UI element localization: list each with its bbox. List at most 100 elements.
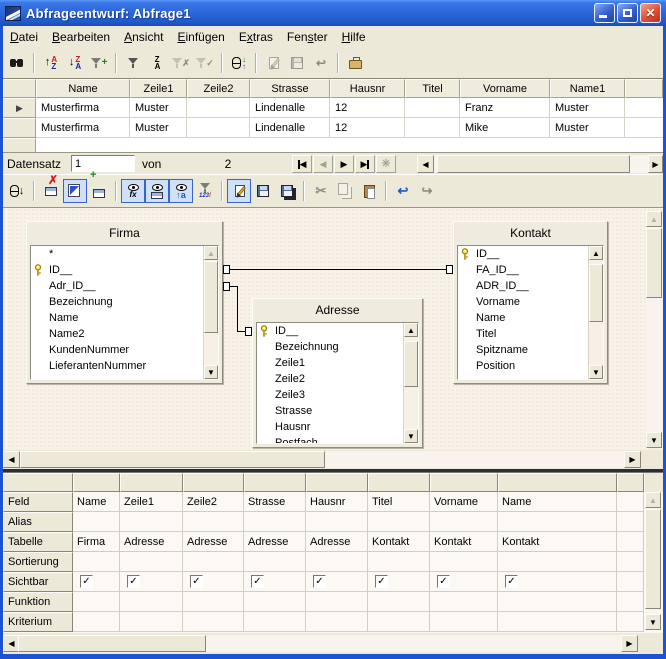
visible-checkbox[interactable]: ✓ (127, 575, 140, 588)
field-hausnr[interactable]: Hausnr (257, 419, 418, 435)
field-adr-id-[interactable]: ADR_ID__ (458, 278, 603, 294)
sort-order-button[interactable]: ZA (145, 51, 169, 75)
field-fa-id-[interactable]: FA_ID__ (458, 262, 603, 278)
qbe-hscroll-right-button[interactable]: ▶ (621, 635, 638, 652)
qbe-cell[interactable] (498, 512, 617, 532)
distinct-values-button[interactable]: 123! (193, 179, 217, 203)
qbe-cell[interactable] (306, 552, 368, 572)
qbe-cell[interactable]: Adresse (306, 532, 368, 552)
qbe-cell[interactable] (120, 612, 183, 632)
datasheet-scroll-left-button[interactable]: ◀ (417, 155, 434, 173)
qbe-cell[interactable]: Adresse (183, 532, 244, 552)
cell[interactable]: Musterfirma (36, 118, 130, 138)
qbe-cell[interactable]: ✓ (244, 572, 306, 592)
column-header-zeile1[interactable]: Zeile1 (130, 79, 187, 98)
qbe-cell[interactable] (498, 592, 617, 612)
menu-datei[interactable]: Datei (3, 28, 45, 46)
close-button[interactable]: ✕ (640, 3, 661, 23)
datasheet-scroll-thumb[interactable] (437, 155, 630, 173)
cell[interactable]: Muster (130, 98, 187, 118)
qbe-cell[interactable] (73, 592, 120, 612)
column-header-titel[interactable]: Titel (405, 79, 460, 98)
field-scroll-down-button[interactable]: ▼ (204, 365, 218, 379)
field-titel[interactable]: Titel (458, 326, 603, 342)
qbe-cell[interactable]: Name (498, 492, 617, 512)
menu-ansicht[interactable]: Ansicht (117, 28, 170, 46)
cell[interactable]: 12 (330, 98, 405, 118)
qbe-cell[interactable] (244, 552, 306, 572)
qbe-cell[interactable] (368, 592, 430, 612)
switch-design-view-button[interactable] (227, 179, 251, 203)
column-header-hausnr[interactable]: Hausnr (330, 79, 405, 98)
undo-button[interactable]: ↩ (391, 179, 415, 203)
cell[interactable] (405, 98, 460, 118)
qbe-cell[interactable] (368, 552, 430, 572)
field-id-[interactable]: ID__ (31, 262, 218, 278)
functions-button[interactable]: fx (121, 179, 145, 203)
qbe-cell[interactable]: Adresse (244, 532, 306, 552)
field-id-[interactable]: ID__ (257, 323, 418, 339)
qbe-cell[interactable]: Titel (368, 492, 430, 512)
qbe-cell[interactable]: Kontakt (368, 532, 430, 552)
qbe-cell[interactable]: ✓ (306, 572, 368, 592)
qbe-cell[interactable]: Kontakt (498, 532, 617, 552)
field-zeile3[interactable]: Zeile3 (257, 387, 418, 403)
column-header-name1[interactable]: Name1 (550, 79, 625, 98)
row-selector[interactable] (3, 118, 36, 138)
table-box-title[interactable]: Adresse (253, 299, 422, 321)
field-scroll-thumb[interactable] (204, 261, 218, 333)
qbe-cell[interactable]: ✓ (368, 572, 430, 592)
qbe-cell[interactable] (368, 512, 430, 532)
field-position[interactable]: Position (458, 358, 603, 374)
design-hscroll-left-button[interactable]: ◀ (3, 451, 20, 468)
visible-checkbox[interactable]: ✓ (437, 575, 450, 588)
cell[interactable]: 12 (330, 118, 405, 138)
run-query-button[interactable]: ↓ (5, 179, 29, 203)
field-scroll-thumb[interactable] (589, 264, 603, 322)
cell[interactable]: Muster (130, 118, 187, 138)
qbe-cell[interactable]: ✓ (430, 572, 498, 592)
cell[interactable]: Musterfirma (36, 98, 130, 118)
join-line[interactable] (237, 286, 238, 332)
cell[interactable]: Mike (460, 118, 550, 138)
qbe-cell[interactable]: Hausnr (306, 492, 368, 512)
cell[interactable] (405, 118, 460, 138)
column-header-name[interactable]: Name (36, 79, 130, 98)
design-scroll-thumb[interactable] (646, 228, 662, 298)
qbe-column-header[interactable] (73, 473, 120, 492)
qbe-cell[interactable] (498, 552, 617, 572)
qbe-cell[interactable]: ✓ (498, 572, 617, 592)
minimize-button[interactable] (594, 3, 615, 23)
column-header-zeile2[interactable]: Zeile2 (187, 79, 250, 98)
qbe-cell[interactable] (120, 592, 183, 612)
field-zeile2[interactable]: Zeile2 (257, 371, 418, 387)
cell[interactable]: Franz (460, 98, 550, 118)
restore-button[interactable] (617, 3, 638, 23)
table-box-title[interactable]: Kontakt (454, 222, 607, 244)
qbe-cell[interactable] (306, 512, 368, 532)
field-adr-id-[interactable]: Adr_ID__ (31, 278, 218, 294)
join-line[interactable] (230, 269, 446, 270)
alias-button[interactable]: ↑a (169, 179, 193, 203)
menu-fenster[interactable]: Fenster (280, 28, 335, 46)
table-box-title[interactable]: Firma (27, 222, 222, 244)
field--[interactable]: * (31, 246, 218, 262)
sort-descending-button[interactable]: ↓ZA (63, 51, 87, 75)
qbe-column-header[interactable] (306, 473, 368, 492)
qbe-column-header[interactable] (617, 473, 644, 492)
field-id-[interactable]: ID__ (458, 246, 603, 262)
qbe-cell[interactable] (306, 592, 368, 612)
visible-checkbox[interactable]: ✓ (251, 575, 264, 588)
table-box-kontakt[interactable]: KontaktID__FA_ID__ADR_ID__VornameNameTit… (453, 221, 608, 384)
visible-checkbox[interactable]: ✓ (80, 575, 93, 588)
autofilter-button[interactable]: + (87, 51, 111, 75)
qbe-cell[interactable]: ✓ (183, 572, 244, 592)
sort-ascending-button[interactable]: ↑AZ (39, 51, 63, 75)
qbe-column-header[interactable] (244, 473, 306, 492)
field-scroll-thumb[interactable] (404, 341, 418, 387)
qbe-cell[interactable] (430, 592, 498, 612)
table-box-firma[interactable]: Firma*ID__Adr_ID__BezeichnungNameName2Ku… (26, 221, 223, 384)
qbe-scroll-thumb[interactable] (645, 509, 661, 609)
qbe-cell[interactable] (183, 612, 244, 632)
column-header-strasse[interactable]: Strasse (250, 79, 330, 98)
